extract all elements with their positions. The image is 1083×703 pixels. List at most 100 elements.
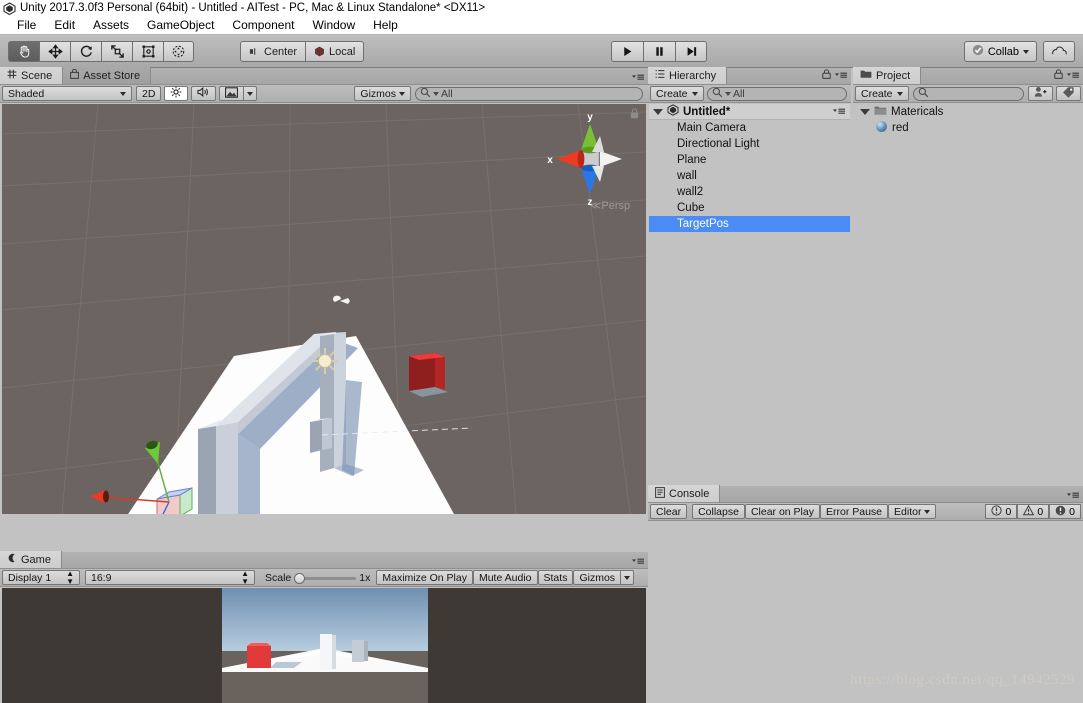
menu-assets[interactable]: Assets [84,16,138,35]
chevron-down-icon[interactable] [860,109,870,115]
console-info-counter[interactable]: 0 [985,504,1018,519]
draw-mode-dropdown[interactable]: Shaded [2,86,132,101]
menu-gameobject[interactable]: GameObject [138,16,223,35]
game-viewport[interactable] [2,588,646,703]
chevron-down-icon[interactable] [653,108,663,115]
tab-scene[interactable]: Scene [0,67,64,84]
menu-file[interactable]: File [8,16,45,35]
filter-by-label-button[interactable] [1056,86,1081,101]
panel-menu-icon[interactable] [834,71,848,80]
hierarchy-search-input[interactable]: All [707,86,847,101]
scene-orientation-gizmo[interactable]: y z x ≪Persp [540,106,640,221]
hierarchy-item-cube[interactable]: Cube [649,200,850,216]
console-clear-label: Clear [656,505,682,518]
scene-fx-dropdown[interactable] [243,86,258,101]
console-collapse-button[interactable]: Collapse [692,504,745,519]
tab-project[interactable]: Project [853,67,922,84]
project-folder-materials[interactable]: Matericals [854,104,1082,120]
tab-asset-store[interactable]: Asset Store [63,67,152,84]
pivot-mode-label: Center [264,45,298,58]
pivot-center-icon [249,46,260,57]
scene-panel-menu[interactable] [631,73,645,82]
menu-help[interactable]: Help [364,16,407,35]
lock-icon[interactable] [822,69,831,82]
toggle-2d-button[interactable]: 2D [136,86,162,101]
pause-icon [653,45,666,58]
game-gizmos-button[interactable]: Gizmos [573,570,621,585]
scene-search-input[interactable]: All [415,86,643,101]
lock-icon[interactable] [1054,69,1063,82]
project-search-input[interactable] [913,86,1024,101]
scene-lighting-toggle[interactable] [164,86,189,101]
display-dropdown[interactable]: Display 1 ▲ ▼ [2,569,80,585]
project-asset-red[interactable]: red [854,120,1082,136]
rotate-tool-button[interactable] [70,41,101,62]
hierarchy-tree[interactable]: Untitled* Main Camera Directional Light … [649,104,850,483]
search-icon [420,87,431,101]
menu-window[interactable]: Window [303,16,364,35]
maximize-on-play-button[interactable]: Maximize On Play [376,570,473,585]
menu-edit[interactable]: Edit [45,16,84,35]
scene-audio-toggle[interactable] [191,86,217,101]
scale-slider-group[interactable]: Scale 1x [260,570,372,585]
transform-tool-button[interactable] [163,41,194,62]
tab-hierarchy[interactable]: Hierarchy [648,67,728,84]
filter-by-type-button[interactable] [1028,86,1053,101]
hierarchy-scene-root[interactable]: Untitled* [649,104,850,120]
hierarchy-item-plane[interactable]: Plane [649,152,850,168]
hand-tool-button[interactable] [8,41,39,62]
console-clear-on-play-button[interactable]: Clear on Play [744,504,820,519]
console-error-counter[interactable]: 0 [1049,504,1081,519]
gizmo-projection-label: ≪Persp [590,200,630,212]
hierarchy-item-wall[interactable]: wall [649,168,850,184]
panel-menu-icon[interactable] [1066,491,1080,500]
game-tab-tools[interactable] [631,557,645,566]
rect-transform-icon [141,44,156,59]
console-error-pause-button[interactable]: Error Pause [819,504,889,519]
hierarchy-toolbar: Create All [648,85,851,103]
hierarchy-create-button[interactable]: Create [650,86,704,101]
menu-component[interactable]: Component [223,16,303,35]
scene-lock-icon[interactable] [630,108,639,122]
stats-button[interactable]: Stats [537,570,574,585]
console-tab-row: Console [648,485,1083,503]
play-button[interactable] [611,41,644,62]
scale-tool-button[interactable] [101,41,132,62]
hierarchy-item-label: Directional Light [677,138,760,150]
scene-viewport[interactable]: y z x ≪Persp [2,104,646,514]
mute-audio-button[interactable]: Mute Audio [472,570,538,585]
hierarchy-item-targetpos[interactable]: TargetPos [649,216,850,232]
chevron-down-icon [399,91,405,96]
scene-fx-toggle[interactable] [219,86,244,101]
scale-slider[interactable] [294,572,357,584]
console-tab-tools[interactable] [1066,491,1080,500]
console-log-area[interactable] [649,522,1082,702]
hierarchy-item-label: TargetPos [677,218,729,230]
console-warning-counter[interactable]: 0 [1017,504,1050,519]
game-gizmos-dropdown[interactable] [620,570,635,585]
console-clear-button[interactable]: Clear [650,504,688,519]
collab-button[interactable]: Collab [963,41,1037,62]
project-tree[interactable]: Matericals red [854,104,1082,483]
scene-context-menu-icon[interactable] [832,107,846,116]
pause-button[interactable] [643,41,676,62]
tab-game[interactable]: Game [0,551,62,568]
hierarchy-item-main-camera[interactable]: Main Camera [649,120,850,136]
unity-logo-icon [3,1,16,15]
cloud-services-button[interactable] [1043,41,1075,62]
handle-rotation-button[interactable]: Local [305,41,365,62]
scene-gizmos-dropdown[interactable]: Gizmos [354,86,411,101]
hierarchy-item-directional-light[interactable]: Directional Light [649,136,850,152]
panel-menu-icon[interactable] [631,557,645,566]
menu-bar: File Edit Assets GameObject Component Wi… [0,16,1083,35]
console-editor-dropdown[interactable]: Editor [888,504,937,519]
hierarchy-item-wall2[interactable]: wall2 [649,184,850,200]
rect-tool-button[interactable] [132,41,163,62]
pivot-mode-button[interactable]: Center [240,41,306,62]
move-tool-button[interactable] [39,41,70,62]
panel-menu-icon[interactable] [1066,71,1080,80]
tab-console[interactable]: Console [648,485,721,502]
project-create-button[interactable]: Create [855,86,909,101]
step-button[interactable] [675,41,708,62]
aspect-dropdown[interactable]: 16:9 ▲ ▼ [85,569,255,585]
